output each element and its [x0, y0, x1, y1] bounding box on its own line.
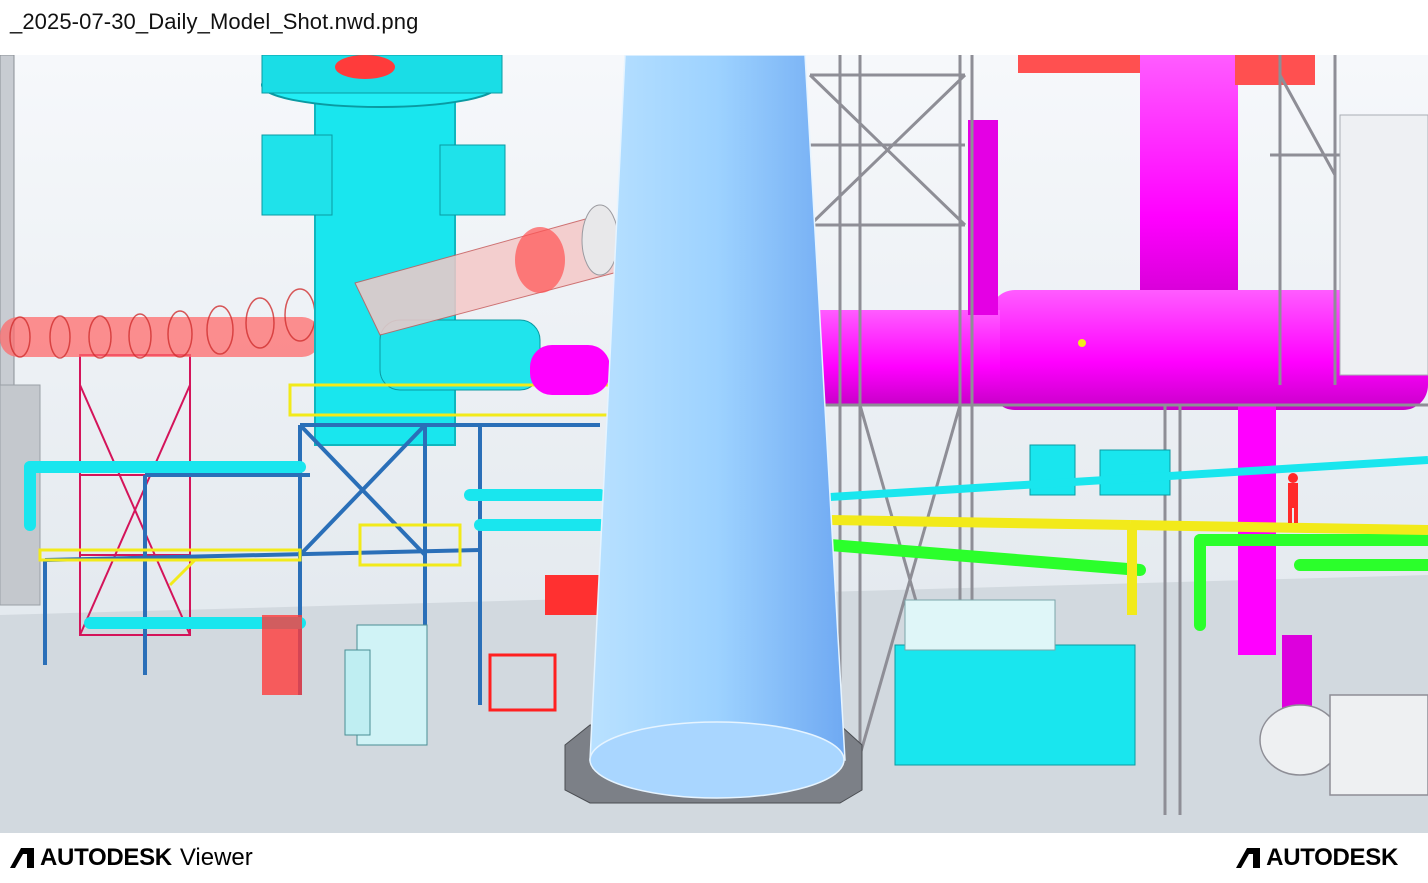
header-bar: _2025-07-30_Daily_Model_Shot.nwd.png	[0, 0, 1428, 55]
right-wall	[1339, 114, 1428, 376]
autodesk-viewer-brand[interactable]: AUTODESK Viewer	[10, 843, 253, 873]
brand-name-right: AUTODESK	[1266, 844, 1398, 871]
brand-product: Viewer	[179, 844, 253, 871]
electrical-cabinet	[344, 624, 428, 746]
autodesk-brand-right[interactable]: AUTODESK	[1236, 843, 1398, 873]
footer-bar: AUTODESK Viewer AUTODESK	[0, 833, 1428, 883]
file-title: _2025-07-30_Daily_Model_Shot.nwd.png	[10, 9, 419, 34]
brand-name-left: AUTODESK	[40, 844, 172, 871]
model-viewport[interactable]	[0, 55, 1428, 833]
autodesk-logo-icon	[1236, 848, 1261, 868]
autodesk-logo-icon	[10, 848, 34, 868]
model-render[interactable]	[0, 55, 1428, 833]
